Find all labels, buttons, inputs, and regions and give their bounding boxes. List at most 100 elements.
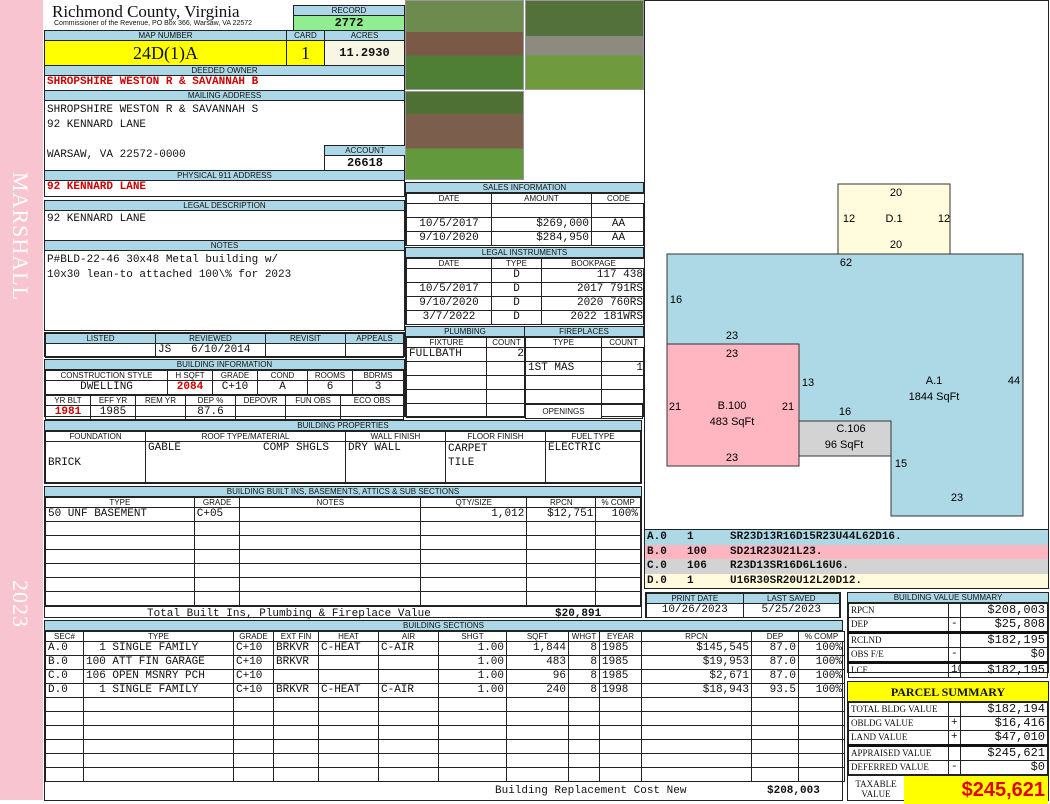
table-cell	[599, 711, 642, 726]
table-cell: B.0	[45, 655, 84, 670]
table-cell: 10/5/2017	[406, 217, 492, 232]
table-cell	[599, 767, 642, 782]
property-photo[interactable]	[405, 91, 524, 180]
property-photo[interactable]	[405, 0, 524, 90]
table-row: 9/10/2020 D 2020 760RS	[406, 296, 646, 311]
table-cell: BRKVR	[273, 655, 319, 670]
sketch-label: 15	[895, 458, 907, 470]
legend-cell: A.0	[647, 531, 667, 543]
building-info-value	[340, 405, 404, 420]
table-cell	[506, 739, 569, 754]
table-row	[406, 203, 646, 218]
legal-description: 92 KENNARD LANE	[47, 213, 147, 225]
table-cell	[318, 697, 379, 712]
table-cell	[45, 739, 84, 754]
table-cell: 100 ATT FIN GARAGE	[83, 655, 234, 670]
table-cell: C-HEAT	[318, 641, 379, 656]
col-header: FLOOR FINISH	[445, 431, 546, 442]
table-row: 10/5/2017 D 2017 791RS	[406, 282, 646, 297]
summary-label: LAND VALUE	[848, 730, 949, 747]
table-row	[525, 389, 646, 404]
owner-label: DEEDED OWNER	[45, 66, 404, 76]
map-label: MAP NUMBER	[45, 31, 286, 41]
col-header: REM YR	[135, 395, 186, 406]
summary-value: $182,194	[960, 702, 1048, 717]
legend-cell: 1	[687, 531, 694, 543]
table-cell	[406, 375, 487, 390]
summary-operator: +	[948, 730, 961, 747]
table-cell	[193, 591, 241, 606]
record-value: 2772	[294, 16, 404, 30]
table-cell	[233, 697, 274, 712]
table-cell: 240	[506, 683, 569, 698]
table-cell	[83, 767, 234, 782]
table-row	[45, 549, 641, 564]
sketch-label: 96 SqFt	[825, 439, 864, 451]
col-header: SQFT	[506, 631, 569, 642]
col-header: BDRMS	[352, 370, 404, 381]
summary-label: DEP	[848, 617, 949, 634]
parcel-summary: PARCEL SUMMARY TOTAL BLDG VALUE $182,194 O…	[847, 681, 1049, 804]
col-header: TYPE	[45, 497, 195, 508]
table-cell	[318, 711, 379, 726]
col-header: FUEL TYPE	[545, 431, 641, 442]
sketch-legend-row: B.0 100 SD21R23U21L23.	[645, 544, 1048, 559]
table-cell	[378, 753, 439, 768]
table-cell	[599, 697, 642, 712]
table-row	[45, 725, 845, 740]
table-cell	[438, 767, 507, 782]
col-header: COUNT	[486, 337, 527, 348]
table-row	[525, 347, 646, 362]
note-line: 10x30 lean-to attached 100\% for 2023	[47, 269, 292, 281]
value-summary-label: BUILDING VALUE SUMMARY	[848, 593, 1048, 603]
table-cell: 1 SINGLE FAMILY	[83, 683, 234, 698]
legend-cell: 106	[687, 560, 707, 572]
table-cell: C+10	[233, 655, 274, 670]
table-cell	[45, 591, 195, 606]
legend-cell: C.0	[647, 560, 667, 572]
summary-label: DEFERRED VALUE	[848, 760, 949, 775]
table-cell	[83, 711, 234, 726]
summary-row: LAND VALUE + $47,010	[848, 730, 1048, 747]
summary-row: RPCN $208,003	[848, 603, 1048, 618]
table-cell	[193, 521, 241, 536]
table-cell	[233, 753, 274, 768]
table-cell	[239, 577, 422, 592]
sketch-label: 44	[1008, 375, 1020, 387]
table-cell	[273, 739, 319, 754]
property-photo[interactable]	[525, 0, 644, 90]
table-cell: C+10	[233, 669, 274, 684]
sales-info: SALES INFORMATION DATE AMOUNT CODE 10/5/201…	[405, 182, 646, 246]
col-header: FUN OBS	[285, 395, 341, 406]
table-cell	[378, 739, 439, 754]
building-sketch[interactable]: 20 12 D.1 12 20 62 16 23 23 13 A.1 1844 SqFt 44 21 B.1…	[644, 0, 1049, 530]
table-cell	[318, 655, 379, 670]
table-cell	[233, 725, 274, 740]
table-cell	[798, 725, 845, 740]
built-ins: BUILDING BUILT INS, BASEMENTS, ATTICS & …	[44, 486, 642, 620]
table-cell	[525, 389, 602, 404]
fireplaces: FIREPLACES TYPE COUNT 1ST MAS 1 OPENINGS	[524, 326, 646, 419]
table-cell	[751, 725, 799, 740]
table-cell	[526, 577, 597, 592]
office-address: Commissioner of the Revenue, PO Box 366,…	[54, 20, 253, 27]
col-header: COUNT	[601, 337, 646, 348]
table-cell	[193, 577, 241, 592]
table-cell	[378, 711, 439, 726]
col-header: ECO OBS	[340, 395, 404, 406]
table-cell: C-HEAT	[318, 683, 379, 698]
col-header: ROOF TYPE/MATERIAL	[145, 431, 346, 442]
legend-cell: 100	[687, 545, 707, 558]
sketch-legend-row: D.0 1 U16R30SR20U12L20D12.	[645, 573, 1048, 588]
table-cell	[568, 753, 600, 768]
table-cell	[438, 697, 507, 712]
col-header: H SQFT	[167, 370, 213, 381]
table-cell	[45, 549, 195, 564]
summary-operator: -	[948, 760, 961, 775]
table-cell	[599, 753, 642, 768]
col-header: FIXTURE	[406, 337, 487, 348]
sketch-label: 23	[726, 348, 738, 360]
col-header: GRADE	[212, 370, 258, 381]
summary-row: DEP - $25,808	[848, 617, 1048, 634]
legal-label: LEGAL DESCRIPTION	[45, 201, 404, 211]
